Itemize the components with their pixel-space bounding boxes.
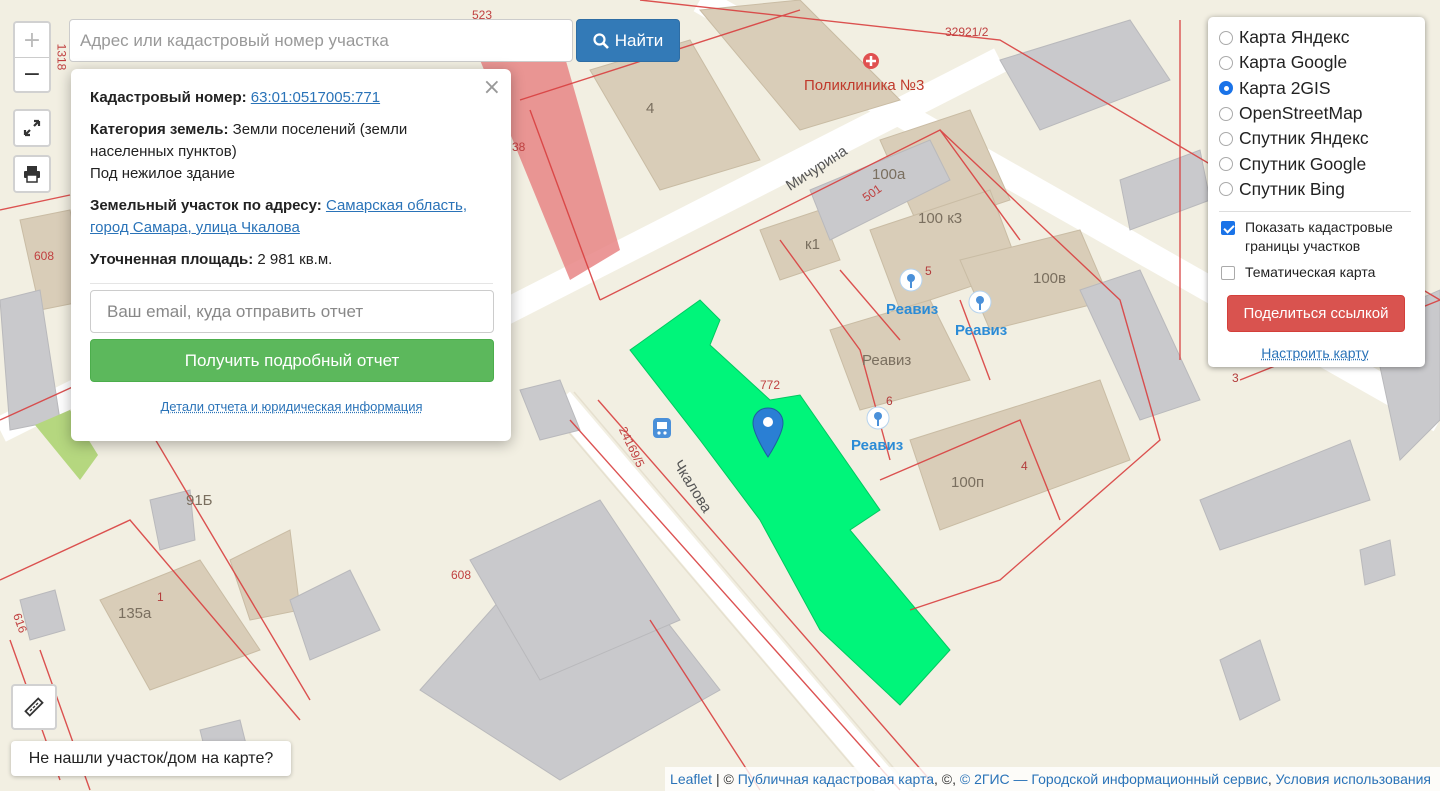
cadastral-number-label: Кадастровый номер: <box>90 89 247 106</box>
layer-option-label: Карта 2GIS <box>1239 77 1331 98</box>
layer-option-label: Спутник Bing <box>1239 178 1345 199</box>
reaviz-poi-icon[interactable] <box>899 268 923 294</box>
area-row: Уточненная площадь: 2 981 кв.м. <box>90 249 493 271</box>
layer-option-osm[interactable]: OpenStreetMap <box>1219 101 1425 126</box>
thematic-map-option[interactable]: Тематическая карта <box>1219 263 1425 282</box>
reaviz-poi-icon[interactable] <box>968 290 992 316</box>
checkbox-icon[interactable] <box>1221 266 1235 281</box>
radio-icon[interactable] <box>1219 30 1233 45</box>
print-control <box>13 155 51 193</box>
layer-option-label: Спутник Google <box>1239 153 1367 174</box>
attribution-separator: | © <box>712 771 738 787</box>
show-cadastral-borders-option[interactable]: Показать кадастровые границы участков <box>1219 218 1425 256</box>
land-category-label: Категория земель: <box>90 121 229 138</box>
fullscreen-control <box>13 109 51 147</box>
thematic-map-label: Тематическая карта <box>1245 264 1376 281</box>
checkbox-checked-icon[interactable] <box>1221 221 1235 236</box>
bus-stop-icon[interactable] <box>652 417 672 439</box>
search-button[interactable]: Найти <box>576 19 680 62</box>
attribution-separator: , <box>1267 771 1276 787</box>
share-link-button[interactable]: Поделиться ссылкой <box>1227 295 1405 333</box>
address-row: Земельный участок по адресу: Самарская о… <box>90 195 493 239</box>
parcel-not-found-button[interactable]: Не нашли участок/дом на карте? <box>11 741 291 776</box>
zoom-out-button[interactable]: − <box>15 57 49 91</box>
leaflet-link[interactable]: Leaflet <box>670 771 712 787</box>
cadastral-number-row: Кадастровый номер: 63:01:0517005:771 <box>90 87 493 109</box>
layers-divider <box>1219 211 1411 213</box>
radio-checked-icon[interactable] <box>1219 81 1233 96</box>
clinic-icon[interactable] <box>862 52 880 70</box>
layer-option-2gis-map[interactable]: Карта 2GIS <box>1219 76 1425 101</box>
radio-icon[interactable] <box>1219 55 1233 70</box>
address-label: Земельный участок по адресу: <box>90 197 322 214</box>
land-usage-value: Под нежилое здание <box>90 165 236 182</box>
minus-icon: − <box>22 62 42 87</box>
configure-map-link[interactable]: Настроить карту <box>1219 345 1411 361</box>
show-cadastral-borders-label: Показать кадастровые границы участков <box>1245 219 1393 255</box>
radio-icon[interactable] <box>1219 157 1233 172</box>
radio-icon[interactable] <box>1219 131 1233 146</box>
ruler-button[interactable] <box>11 684 57 730</box>
layer-option-label: Карта Google <box>1239 52 1348 73</box>
terms-of-use-link[interactable]: Условия использования <box>1276 771 1431 787</box>
close-icon[interactable]: × <box>483 75 501 100</box>
attribution-separator: , ©, <box>934 771 960 787</box>
report-details-link[interactable]: Детали отчета и юридическая информация <box>90 399 493 414</box>
layer-option-bing-satellite[interactable]: Спутник Bing <box>1219 177 1425 202</box>
search-button-label: Найти <box>614 30 664 50</box>
zoom-control: + − <box>13 21 51 93</box>
layer-option-yandex-satellite[interactable]: Спутник Яндекс <box>1219 126 1425 151</box>
2gis-link[interactable]: © 2ГИС — Городской информационный сервис <box>960 771 1268 787</box>
layer-option-google-satellite[interactable]: Спутник Google <box>1219 151 1425 176</box>
cadastral-number-link[interactable]: 63:01:0517005:771 <box>251 89 380 106</box>
parcel-info-popup: × Кадастровый номер: 63:01:0517005:771 К… <box>71 69 511 441</box>
layer-option-label: OpenStreetMap <box>1239 103 1363 124</box>
search-input[interactable] <box>69 19 573 62</box>
ruler-icon <box>24 697 44 717</box>
search-icon <box>593 32 609 49</box>
layers-panel: Карта Яндекс Карта Google Карта 2GIS Ope… <box>1208 17 1425 367</box>
layer-option-yandex-map[interactable]: Карта Яндекс <box>1219 25 1425 50</box>
area-label: Уточненная площадь: <box>90 251 254 268</box>
radio-icon[interactable] <box>1219 106 1233 121</box>
plus-icon: + <box>22 27 42 53</box>
cadastral-map-link[interactable]: Публичная кадастровая карта <box>738 771 934 787</box>
layer-option-label: Карта Яндекс <box>1239 27 1350 48</box>
fullscreen-icon <box>23 119 41 137</box>
print-button[interactable] <box>15 157 49 191</box>
radio-icon[interactable] <box>1219 182 1233 197</box>
popup-divider <box>90 283 493 284</box>
reaviz-poi-icon[interactable] <box>866 406 890 432</box>
print-icon <box>24 166 40 183</box>
layer-option-google-map[interactable]: Карта Google <box>1219 50 1425 75</box>
base-layer-list: Карта Яндекс Карта Google Карта 2GIS Ope… <box>1219 25 1425 202</box>
map-attribution: Leaflet | © Публичная кадастровая карта,… <box>665 767 1440 791</box>
layer-option-label: Спутник Яндекс <box>1239 128 1369 149</box>
zoom-in-button[interactable]: + <box>15 23 49 57</box>
fullscreen-button[interactable] <box>15 111 49 145</box>
land-category-row: Категория земель: Земли поселений (земли… <box>90 119 493 185</box>
email-field[interactable] <box>90 290 494 333</box>
map-pin-icon[interactable] <box>752 407 784 459</box>
get-report-button[interactable]: Получить подробный отчет <box>90 339 494 382</box>
area-value: 2 981 кв.м. <box>257 251 333 268</box>
